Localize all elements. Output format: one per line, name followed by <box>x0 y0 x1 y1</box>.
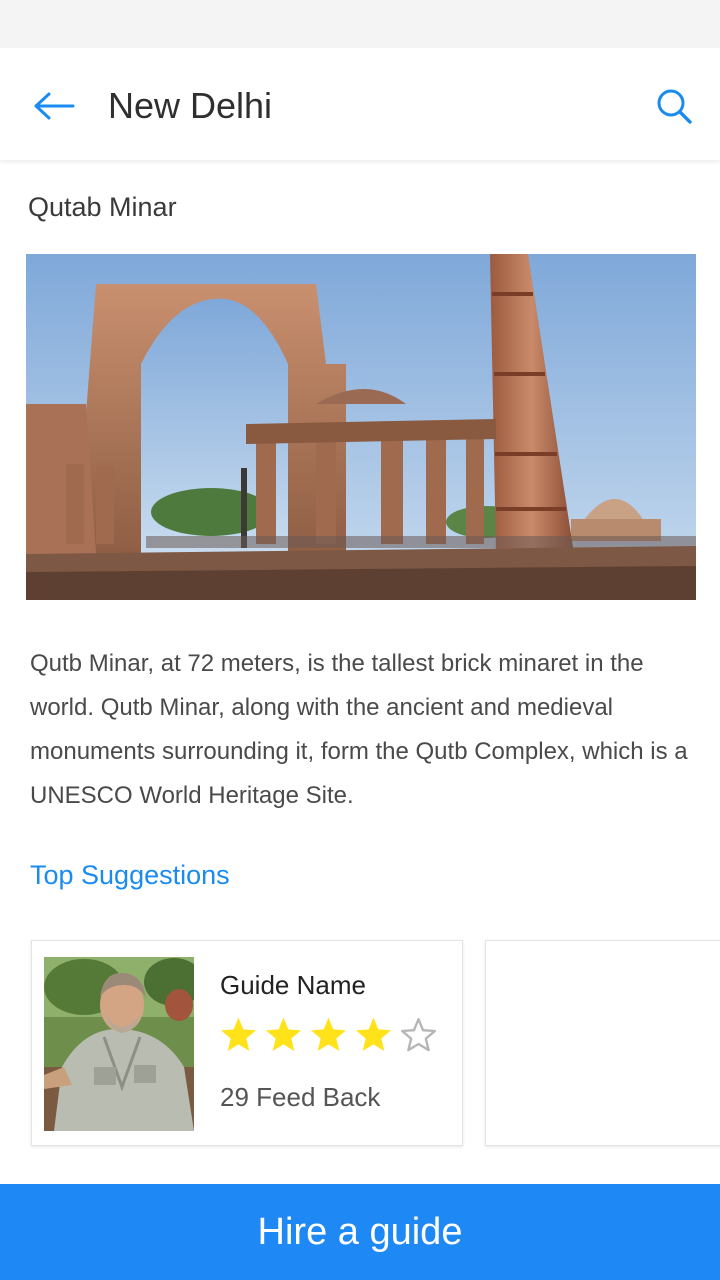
star-filled-icon <box>311 1017 346 1051</box>
hire-guide-button[interactable]: Hire a guide <box>0 1184 720 1280</box>
status-bar <box>0 0 720 48</box>
search-icon <box>657 89 692 124</box>
star-filled-icon <box>221 1017 256 1051</box>
guide-feedback-count: 29 Feed Back <box>220 1082 381 1112</box>
search-button[interactable] <box>650 82 698 130</box>
guide-card[interactable]: Guide Name 29 Feed Back <box>31 940 463 1146</box>
arrow-left-icon <box>34 92 75 120</box>
guide-rating <box>218 1015 439 1055</box>
back-button[interactable] <box>28 80 80 132</box>
star-filled-icon <box>356 1017 391 1051</box>
app-bar: New Delhi <box>0 48 720 160</box>
place-description: Qutb Minar, at 72 meters, is the tallest… <box>30 650 688 809</box>
guide-name: Guide Name <box>220 970 366 1000</box>
place-title: Qutab Minar <box>28 192 177 222</box>
star-filled-icon <box>266 1017 301 1051</box>
guide-card[interactable] <box>485 940 720 1146</box>
guide-avatar <box>44 957 194 1131</box>
place-photo <box>26 254 696 600</box>
top-suggestions-heading[interactable]: Top Suggestions <box>30 858 230 892</box>
star-empty-icon <box>401 1018 436 1052</box>
page-title: New Delhi <box>108 85 273 126</box>
